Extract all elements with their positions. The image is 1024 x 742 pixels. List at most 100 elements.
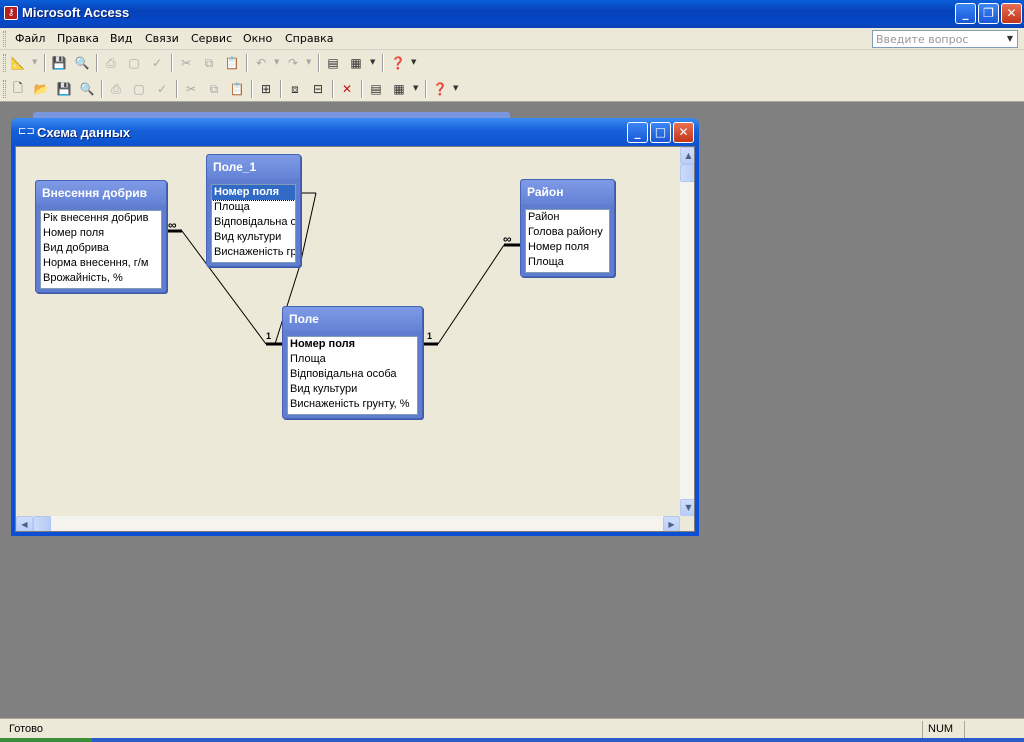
vertical-scroll-thumb[interactable] bbox=[680, 164, 694, 182]
app-title-bar[interactable]: ⚷ Microsoft Access _ ❐ ✕ bbox=[0, 0, 1024, 28]
new-object-icon[interactable]: ▦ bbox=[390, 80, 408, 98]
copy-icon[interactable]: ⧉ bbox=[205, 80, 223, 98]
chevron-down-icon[interactable]: ▼ bbox=[370, 58, 375, 66]
table-title[interactable]: Поле_1 bbox=[207, 155, 300, 179]
field-item[interactable]: Площа bbox=[212, 200, 295, 215]
field-item[interactable]: Вид культури bbox=[212, 230, 295, 245]
analyze-icon[interactable]: ▦ bbox=[347, 54, 365, 72]
toolbar-grip[interactable] bbox=[3, 54, 6, 72]
scroll-down-arrow-icon[interactable]: ▼ bbox=[680, 499, 694, 516]
redo-icon[interactable]: ↷ bbox=[284, 54, 302, 72]
table-vnesennia-dobryv[interactable]: Внесення добрив Рік внесення добрив Номе… bbox=[35, 180, 167, 293]
field-item-key[interactable]: Номер поля bbox=[288, 337, 417, 352]
chevron-down-icon[interactable]: ▼ bbox=[306, 58, 311, 66]
vertical-scrollbar[interactable]: ▲ ▼ bbox=[680, 147, 694, 516]
field-item[interactable]: Відповідальна особа bbox=[288, 367, 417, 382]
field-list[interactable]: Номер поля Площа Відповідальна ос Вид ку… bbox=[211, 184, 296, 263]
menu-view[interactable]: Вид bbox=[110, 32, 132, 45]
window-minimize-button[interactable]: _ bbox=[627, 122, 648, 143]
table-title[interactable]: Район bbox=[521, 180, 614, 204]
save-icon[interactable]: 💾 bbox=[50, 54, 68, 72]
chevron-down-icon[interactable]: ▼ bbox=[1005, 32, 1015, 46]
table-pole[interactable]: Поле Номер поля Площа Відповідальна особ… bbox=[282, 306, 423, 419]
toolbar-grip[interactable] bbox=[3, 80, 6, 98]
design-view-icon[interactable]: 📐 bbox=[9, 54, 27, 72]
table-title[interactable]: Внесення добрив bbox=[36, 181, 166, 205]
field-list[interactable]: Район Голова району Номер поля Площа bbox=[525, 209, 610, 273]
print-icon[interactable]: ⎙ bbox=[107, 80, 125, 98]
field-item[interactable]: Врожайність, % bbox=[41, 271, 161, 286]
field-item[interactable]: Номер поля bbox=[526, 240, 609, 255]
field-item[interactable]: Норма внесення, г/м bbox=[41, 256, 161, 271]
print-preview-icon[interactable]: ▢ bbox=[130, 80, 148, 98]
database-window-icon[interactable]: ▤ bbox=[367, 80, 385, 98]
all-relationships-icon[interactable]: ⊟ bbox=[309, 80, 327, 98]
ask-question-input[interactable]: Введите вопрос ▼ bbox=[872, 30, 1018, 48]
scroll-right-arrow-icon[interactable]: ▶ bbox=[663, 516, 680, 531]
print-icon[interactable]: ⎙ bbox=[102, 54, 120, 72]
chevron-down-icon[interactable]: ▼ bbox=[411, 58, 416, 66]
new-icon[interactable]: 🗋 bbox=[9, 80, 27, 98]
help-icon[interactable]: ❓ bbox=[389, 54, 407, 72]
window-close-button[interactable]: ✕ bbox=[673, 122, 694, 143]
file-search-icon[interactable]: 🔍 bbox=[78, 80, 96, 98]
relationships-title-bar[interactable]: ⊏⊐ Схема данных _ □ ✕ bbox=[11, 118, 699, 146]
field-item[interactable]: Голова району bbox=[526, 225, 609, 240]
menu-edit[interactable]: Правка bbox=[57, 32, 99, 45]
open-icon[interactable]: 📂 bbox=[32, 80, 50, 98]
scroll-up-arrow-icon[interactable]: ▲ bbox=[680, 147, 694, 164]
relationships-canvas[interactable]: ∞ 1 1 ∞ Внесення добрив Рік внесення доб… bbox=[15, 146, 695, 532]
field-list[interactable]: Рік внесення добрив Номер поля Вид добри… bbox=[40, 210, 162, 289]
chevron-down-icon[interactable]: ▼ bbox=[413, 84, 418, 92]
menu-grip[interactable] bbox=[3, 31, 6, 47]
spelling-icon[interactable]: ✓ bbox=[148, 54, 166, 72]
direct-relationships-icon[interactable]: ⧈ bbox=[286, 80, 304, 98]
print-preview-icon[interactable]: 🔍 bbox=[73, 54, 91, 72]
field-item[interactable]: Виснаженість гр bbox=[212, 245, 295, 260]
field-item[interactable]: Виснаженість грунту, % bbox=[288, 397, 417, 412]
undo-icon[interactable]: ↶ bbox=[252, 54, 270, 72]
chevron-down-icon[interactable]: ▼ bbox=[32, 58, 37, 66]
close-button[interactable]: ✕ bbox=[1001, 3, 1022, 24]
delete-icon[interactable]: ✕ bbox=[338, 80, 356, 98]
show-table-icon[interactable]: ⊞ bbox=[257, 80, 275, 98]
horizontal-scroll-thumb[interactable] bbox=[33, 516, 51, 531]
table-title[interactable]: Поле bbox=[283, 307, 422, 331]
field-item[interactable]: Рік внесення добрив bbox=[41, 211, 161, 226]
field-item[interactable]: Вид культури bbox=[288, 382, 417, 397]
field-item[interactable]: Площа bbox=[288, 352, 417, 367]
save-icon[interactable]: 💾 bbox=[55, 80, 73, 98]
table-pole-1[interactable]: Поле_1 Номер поля Площа Відповідальна ос… bbox=[206, 154, 301, 267]
restore-button[interactable]: ❐ bbox=[978, 3, 999, 24]
horizontal-scrollbar[interactable]: ◀ ▶ bbox=[16, 516, 680, 531]
menu-window[interactable]: Окно bbox=[243, 32, 272, 45]
field-item[interactable]: Номер поля bbox=[41, 226, 161, 241]
chevron-down-icon[interactable]: ▼ bbox=[274, 58, 279, 66]
paste-icon[interactable]: 📋 bbox=[228, 80, 246, 98]
office-links-icon[interactable]: ▤ bbox=[324, 54, 342, 72]
access-key-icon[interactable]: ⚷ bbox=[4, 6, 18, 20]
cut-icon[interactable]: ✂ bbox=[177, 54, 195, 72]
spelling-icon[interactable]: ✓ bbox=[153, 80, 171, 98]
field-item[interactable]: Площа bbox=[526, 255, 609, 270]
toolbar-separator bbox=[176, 80, 178, 98]
field-item[interactable]: Район bbox=[526, 210, 609, 225]
field-item[interactable]: Відповідальна ос bbox=[212, 215, 295, 230]
chevron-down-icon[interactable]: ▼ bbox=[453, 84, 458, 92]
cut-icon[interactable]: ✂ bbox=[182, 80, 200, 98]
minimize-button[interactable]: _ bbox=[955, 3, 976, 24]
table-raion[interactable]: Район Район Голова району Номер поля Пло… bbox=[520, 179, 615, 277]
menu-file[interactable]: Файл bbox=[15, 32, 45, 45]
window-maximize-button[interactable]: □ bbox=[650, 122, 671, 143]
field-item[interactable]: Вид добрива bbox=[41, 241, 161, 256]
menu-tools[interactable]: Сервис bbox=[191, 32, 232, 45]
copy-icon[interactable]: ⧉ bbox=[200, 54, 218, 72]
field-item-selected[interactable]: Номер поля bbox=[212, 185, 295, 201]
menu-help[interactable]: Справка bbox=[285, 32, 333, 45]
preview-icon[interactable]: ▢ bbox=[125, 54, 143, 72]
help-icon[interactable]: ❓ bbox=[431, 80, 449, 98]
paste-icon[interactable]: 📋 bbox=[223, 54, 241, 72]
field-list[interactable]: Номер поля Площа Відповідальна особа Вид… bbox=[287, 336, 418, 415]
menu-relations[interactable]: Связи bbox=[145, 32, 179, 45]
scroll-left-arrow-icon[interactable]: ◀ bbox=[16, 516, 33, 531]
